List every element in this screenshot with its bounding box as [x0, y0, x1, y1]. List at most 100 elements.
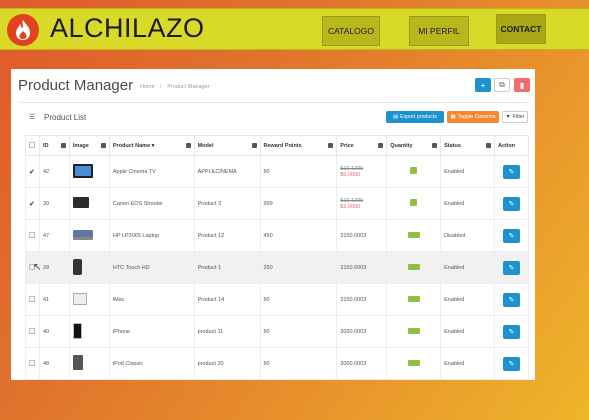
- row-select-cell[interactable]: [25, 219, 40, 252]
- product-name-cell: HP LP3065 Laptop: [108, 219, 195, 252]
- breadcrumb-current[interactable]: Product Manager: [167, 84, 209, 90]
- edit-button[interactable]: ✎: [502, 228, 520, 243]
- product-table: ID Image Product Name ▾ Model Reward Poi…: [25, 135, 530, 380]
- quantity-badge: [407, 327, 420, 334]
- nav-contact-button[interactable]: CONTACT: [496, 14, 546, 44]
- flame-logo-icon[interactable]: [7, 14, 39, 46]
- col-reward-points[interactable]: Reward Points: [259, 135, 338, 156]
- delete-button[interactable]: ▮: [514, 78, 530, 92]
- status-cell: Enabled: [440, 155, 495, 188]
- check-icon[interactable]: ✔: [29, 169, 35, 176]
- copy-icon: ⧉: [499, 80, 505, 89]
- table-row: ✔ 42 Apple Cinema TV APPLECINEMA 50 $10.1200 $…: [25, 155, 530, 188]
- col-quantity[interactable]: Quantity: [386, 135, 442, 156]
- reward-points-cell: 50: [259, 155, 338, 188]
- nav-catalogo-button[interactable]: CATALOGO: [322, 16, 380, 46]
- id-cell: 41: [38, 283, 70, 316]
- status-cell: Enabled: [440, 347, 495, 380]
- price-value: 3150.0003: [340, 232, 367, 239]
- row-checkbox[interactable]: [29, 359, 35, 366]
- model-cell: APPLECINEMA: [193, 155, 261, 188]
- camera-thumbnail-icon: [72, 197, 89, 208]
- table-row: 47 HP LP3065 Laptop Product 12 450 3150.0003…: [25, 219, 530, 252]
- add-new-button[interactable]: +: [475, 78, 491, 92]
- quantity-badge: [407, 359, 420, 366]
- price-cell: $10.1200 $0.0000: [336, 155, 388, 188]
- row-select-cell[interactable]: ✔: [25, 155, 40, 188]
- pencil-icon: ✎: [508, 296, 515, 304]
- imac-thumbnail-icon: [72, 292, 87, 305]
- price-value: 3030.0003: [340, 328, 367, 335]
- plus-icon: +: [480, 80, 486, 90]
- select-all-header[interactable]: [25, 135, 40, 156]
- row-checkbox[interactable]: [29, 295, 35, 302]
- status-cell: Enabled: [440, 251, 495, 284]
- toggle-columns-button[interactable]: ▦ Toggle Columns: [447, 111, 499, 123]
- quantity-cell: [386, 315, 442, 348]
- id-cell: 48: [38, 347, 70, 380]
- status-cell: Enabled: [440, 187, 495, 220]
- col-status[interactable]: Status: [440, 135, 495, 156]
- mouse-cursor-icon: ↖: [33, 262, 42, 273]
- action-cell: ✎: [493, 187, 530, 220]
- breadcrumb-home[interactable]: Home: [140, 84, 155, 90]
- col-id[interactable]: ID: [38, 135, 70, 156]
- quantity-cell: [386, 187, 442, 220]
- pencil-icon: ✎: [508, 328, 515, 336]
- col-price[interactable]: Price: [336, 135, 388, 156]
- pencil-icon: ✎: [508, 360, 515, 368]
- edit-button[interactable]: ✎: [502, 324, 520, 339]
- product-name-cell: iMac: [108, 283, 195, 316]
- reward-points-cell: 50: [259, 283, 338, 316]
- action-cell: ✎: [493, 283, 530, 316]
- col-action: Action: [493, 135, 530, 156]
- price-cell: $10.1200 $2.0000: [336, 187, 388, 220]
- edit-button[interactable]: ✎: [502, 260, 520, 275]
- image-cell: [68, 251, 110, 284]
- edit-button[interactable]: ✎: [502, 292, 520, 307]
- row-select-cell[interactable]: [25, 315, 40, 348]
- id-cell: 40: [38, 315, 70, 348]
- columns-icon: ▦: [450, 114, 456, 120]
- trash-icon: ▮: [519, 80, 525, 90]
- price-cell: 3150.0003: [336, 283, 388, 316]
- row-checkbox[interactable]: [29, 231, 35, 238]
- breadcrumb-separator: /: [160, 84, 162, 90]
- product-name-cell: Canon EOS Shooter: [108, 187, 195, 220]
- top-nav: ALCHILAZO CATALOGO MI PERFIL CONTACT: [0, 8, 589, 50]
- quantity-badge: [410, 167, 418, 174]
- image-cell: [68, 283, 110, 316]
- edit-button[interactable]: ✎: [502, 196, 520, 211]
- copy-button[interactable]: ⧉: [494, 78, 510, 92]
- divider: [18, 102, 529, 103]
- image-cell: [68, 187, 110, 220]
- col-image[interactable]: Image: [68, 135, 110, 156]
- nav-perfil-button[interactable]: MI PERFIL: [409, 16, 469, 46]
- filter-icon: ▼: [505, 114, 511, 120]
- product-manager-panel: Product Manager Home / Product Manager +…: [11, 69, 535, 380]
- export-products-button[interactable]: ▤ Export products: [386, 111, 444, 123]
- model-cell: Product 12: [193, 219, 261, 252]
- iphone-thumbnail-icon: [72, 322, 82, 339]
- row-checkbox[interactable]: [29, 327, 35, 334]
- price-value: 3000.0003: [340, 360, 367, 367]
- edit-button[interactable]: ✎: [502, 356, 520, 371]
- product-name-cell: HTC Touch HD: [108, 251, 195, 284]
- select-all-checkbox[interactable]: [29, 141, 35, 148]
- filter-button[interactable]: ▼ Filter: [502, 111, 528, 123]
- brand-title: ALCHILAZO: [50, 13, 205, 43]
- model-cell: product 11: [193, 315, 261, 348]
- col-product-name[interactable]: Product Name ▾: [108, 135, 195, 156]
- row-select-cell[interactable]: ✔: [25, 187, 40, 220]
- col-model[interactable]: Model: [193, 135, 261, 156]
- action-cell: ✎: [493, 347, 530, 380]
- row-select-cell[interactable]: [25, 347, 40, 380]
- action-cell: ✎: [493, 315, 530, 348]
- check-icon[interactable]: ✔: [29, 201, 35, 208]
- row-select-cell[interactable]: [25, 283, 40, 316]
- sort-icon: [432, 143, 438, 148]
- price-cell: 3150.0003: [336, 251, 388, 284]
- status-cell: Enabled: [440, 283, 495, 316]
- edit-button[interactable]: ✎: [502, 164, 520, 179]
- action-cell: ✎: [493, 155, 530, 188]
